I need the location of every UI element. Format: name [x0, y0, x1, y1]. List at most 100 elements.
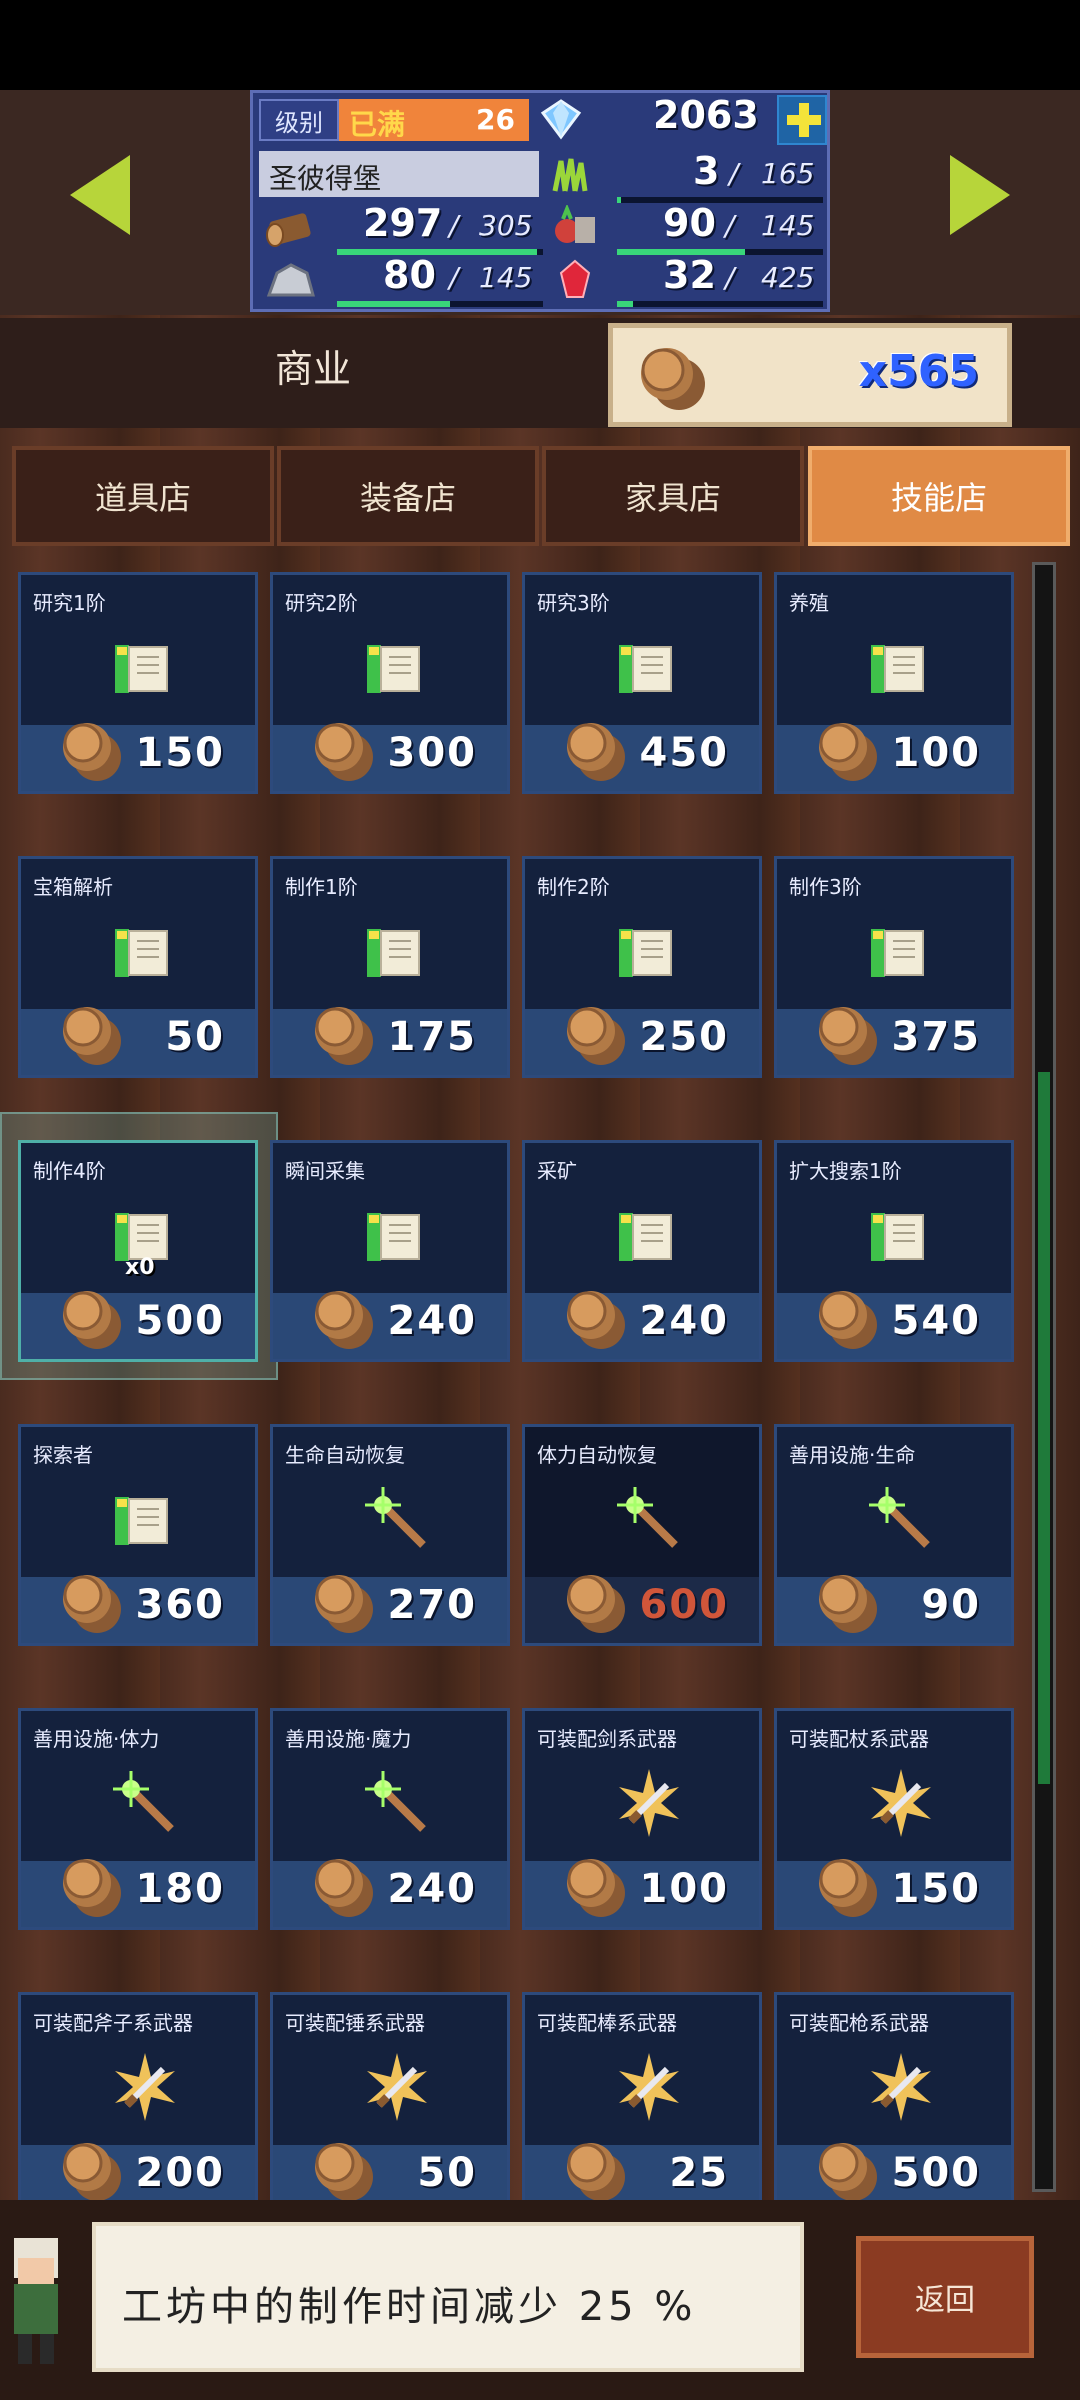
gem-count: 2063 [653, 93, 759, 137]
ruby-icon [559, 259, 591, 298]
next-arrow-button[interactable] [950, 155, 1010, 235]
skill-card[interactable]: 制作1阶 175 [270, 856, 510, 1078]
coin-icon [567, 723, 625, 781]
vegetable-icon [555, 205, 595, 243]
book-icon [367, 645, 420, 693]
level-status: 已满 [349, 108, 406, 141]
character-avatar [14, 2238, 58, 2364]
coin-icon [63, 1007, 121, 1065]
skill-card[interactable]: 瞬间采集 240 [270, 1140, 510, 1362]
book-icon [871, 929, 924, 977]
skill-price: 100 [639, 1866, 729, 1912]
coin-icon [819, 1575, 877, 1633]
prev-arrow-button[interactable] [70, 155, 130, 235]
owned-count: x0 [125, 1255, 155, 1280]
skill-price: 240 [387, 1298, 477, 1344]
wand-icon [365, 1771, 426, 1832]
wand-icon [113, 1771, 174, 1832]
skill-card[interactable]: 制作2阶 250 [522, 856, 762, 1078]
ruby-max-slash: / [725, 261, 735, 294]
skill-price: 150 [891, 1866, 981, 1912]
book-icon [115, 645, 168, 693]
skill-price: 600 [639, 1582, 729, 1628]
sword-burst-icon [871, 1769, 931, 1837]
skill-card[interactable]: 善用设施·体力 180 [18, 1708, 258, 1930]
coin-icon [315, 723, 373, 781]
skill-card[interactable]: 采矿 240 [522, 1140, 762, 1362]
coin-icon [63, 2143, 121, 2200]
skill-price: 375 [891, 1014, 981, 1060]
wand-icon [869, 1487, 930, 1548]
tab-skill-shop[interactable]: 技能店 [808, 446, 1070, 546]
wand-icon [617, 1487, 678, 1548]
skill-card[interactable]: 制作3阶 375 [774, 856, 1014, 1078]
skill-card[interactable]: 善用设施·生命 90 [774, 1424, 1014, 1646]
coin-amount: x565 [858, 346, 979, 397]
skill-price: 500 [891, 2150, 981, 2196]
skill-price: 50 [417, 2150, 477, 2196]
skill-card[interactable]: 探索者 360 [18, 1424, 258, 1646]
skill-card[interactable]: 可装配棒系武器 25 [522, 1992, 762, 2200]
scrollbar-thumb[interactable] [1038, 1072, 1050, 1784]
ruby-value: 32 [663, 253, 716, 297]
skill-card[interactable]: 宝箱解析 50 [18, 856, 258, 1078]
skill-name: 养殖 [789, 591, 829, 615]
skill-name: 善用设施·魔力 [285, 1727, 412, 1751]
skill-name: 研究3阶 [537, 591, 610, 615]
skill-price: 25 [669, 2150, 729, 2196]
skill-price: 50 [165, 1014, 225, 1060]
book-icon [115, 929, 168, 977]
coin-icon [819, 1291, 877, 1349]
coin-icon [819, 1007, 877, 1065]
skill-card[interactable]: 可装配杖系武器 150 [774, 1708, 1014, 1930]
coin-icon [567, 1291, 625, 1349]
skill-name: 体力自动恢复 [537, 1443, 657, 1467]
wood-max-slash: / [449, 209, 459, 242]
skill-card[interactable]: 可装配剑系武器 100 [522, 1708, 762, 1930]
book-icon [871, 1213, 924, 1261]
skill-name: 研究1阶 [33, 591, 106, 615]
skill-card[interactable]: 扩大搜索1阶 540 [774, 1140, 1014, 1362]
skill-name: 瞬间采集 [285, 1159, 365, 1183]
coin-icon [63, 1291, 121, 1349]
tab-furniture-shop[interactable]: 家具店 [542, 446, 804, 546]
skill-price: 300 [387, 730, 477, 776]
skill-price: 250 [639, 1014, 729, 1060]
skill-card[interactable]: 可装配斧子系武器 200 [18, 1992, 258, 2200]
book-icon [619, 645, 672, 693]
skill-card[interactable]: 可装配锤系武器 50 [270, 1992, 510, 2200]
skill-card[interactable]: 体力自动恢复 600 [522, 1424, 762, 1646]
skill-name: 制作4阶 [33, 1159, 106, 1183]
skill-price: 150 [135, 730, 225, 776]
skill-card[interactable]: 养殖 100 [774, 572, 1014, 794]
skill-card[interactable]: 研究2阶 300 [270, 572, 510, 794]
tab-equipment-shop[interactable]: 装备店 [277, 446, 539, 546]
coin-icon [315, 1291, 373, 1349]
ore-bar [337, 301, 543, 307]
skill-card[interactable]: 善用设施·魔力 240 [270, 1708, 510, 1930]
skill-price: 360 [135, 1582, 225, 1628]
skill-card[interactable]: 生命自动恢复 270 [270, 1424, 510, 1646]
skill-grid: 研究1阶 150 研究2阶 300 研究3阶 450 养殖 100 宝箱解析 50 制作1阶 175 制… [0, 560, 1020, 2200]
book-icon [367, 1213, 420, 1261]
coin-icon [567, 1859, 625, 1917]
skill-card[interactable]: 可装配枪系武器 500 [774, 1992, 1014, 2200]
coin-icon [819, 1859, 877, 1917]
wood-log-icon [266, 213, 311, 247]
skill-card[interactable]: 研究1阶 150 [18, 572, 258, 794]
skill-card[interactable]: 研究3阶 450 [522, 572, 762, 794]
skill-card[interactable]: 制作4阶 x0 500 [18, 1140, 258, 1362]
add-gems-button[interactable] [777, 95, 827, 145]
skill-name: 研究2阶 [285, 591, 358, 615]
coin-balance: x565 [608, 323, 1012, 427]
back-button[interactable]: 返回 [856, 2236, 1034, 2358]
tab-item-shop[interactable]: 道具店 [12, 446, 274, 546]
coin-icon [819, 723, 877, 781]
skill-price: 540 [891, 1298, 981, 1344]
skill-price: 180 [135, 1866, 225, 1912]
coin-icon [63, 723, 121, 781]
grass-icon [552, 158, 588, 192]
skill-name: 制作2阶 [537, 875, 610, 899]
food-bar [617, 197, 823, 203]
sword-burst-icon [871, 2053, 931, 2121]
